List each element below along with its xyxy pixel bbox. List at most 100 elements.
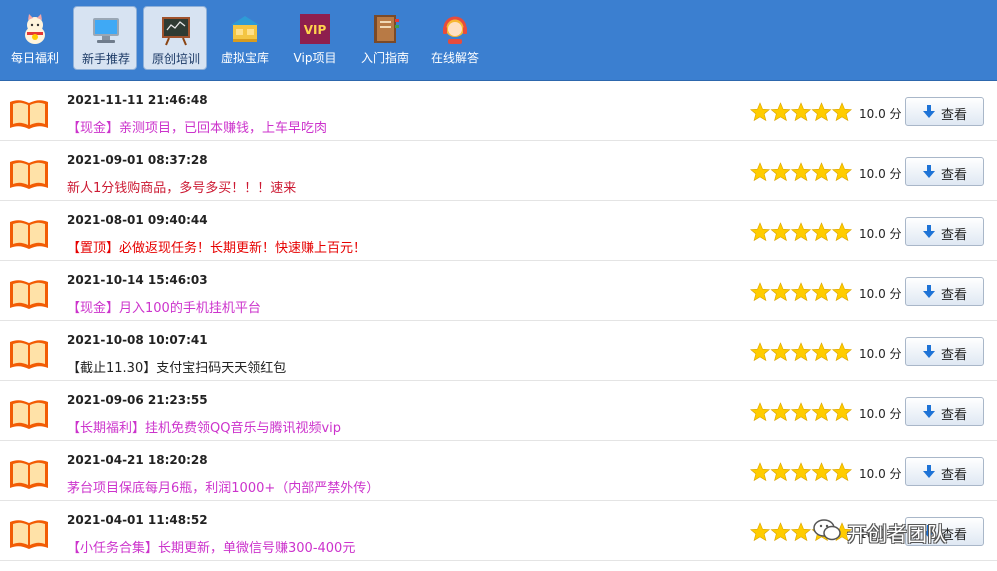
star-icon: [831, 342, 852, 362]
toolbar-label: 虚拟宝库: [220, 51, 269, 65]
toolbar-label: Vip项目: [293, 51, 337, 65]
item-score: 10.0 分: [859, 407, 902, 421]
star-icon: [831, 282, 852, 302]
download-arrow-icon: [923, 105, 935, 118]
star-icon: [831, 402, 852, 422]
star-icon: [811, 102, 832, 122]
list-item: 2021-04-21 18:20:28 茅台项目保底每月6瓶，利润1000+（内部…: [0, 441, 997, 501]
item-title-link[interactable]: 【现金】月入100的手机挂机平台: [67, 297, 261, 316]
open-book-icon: [10, 160, 48, 189]
open-book-icon: [10, 100, 48, 129]
item-score: 10.0 分: [859, 107, 902, 121]
star-icon: [770, 522, 791, 542]
item-date: 2021-09-01 08:37:28: [67, 153, 208, 167]
star-icon: [811, 342, 832, 362]
star-icon: [831, 222, 852, 242]
view-button[interactable]: 查看: [905, 157, 984, 186]
guide-book-icon: [374, 15, 399, 43]
star-icon: [750, 282, 771, 302]
item-title-link[interactable]: 【现金】亲测项目，已回本赚钱，上车早吃肉: [67, 117, 327, 136]
star-icon: [831, 462, 852, 482]
star-icon: [770, 102, 791, 122]
view-button-label: 查看: [941, 108, 968, 123]
open-book-icon: [10, 340, 48, 369]
star-icon: [770, 222, 791, 242]
view-button[interactable]: 查看: [905, 277, 984, 306]
view-button-label: 查看: [941, 288, 968, 303]
view-button[interactable]: 查看: [905, 397, 984, 426]
star-icon: [790, 102, 812, 122]
star-icon: [831, 162, 852, 182]
svg-text:VIP: VIP: [304, 23, 327, 37]
star-icon: [790, 522, 812, 542]
toolbar-daily-welfare[interactable]: 每日福利: [3, 6, 67, 70]
star-icon: [811, 162, 832, 182]
star-icon: [811, 402, 832, 422]
download-arrow-icon: [923, 285, 935, 298]
download-arrow-icon: [923, 225, 935, 238]
rating-stars: [750, 402, 852, 422]
download-arrow-icon: [923, 465, 935, 478]
view-button[interactable]: 查看: [905, 217, 984, 246]
item-score: 10.0 分: [859, 347, 902, 361]
item-score: 10.0 分: [859, 167, 902, 181]
watermark-text: 开创者团队: [847, 522, 947, 546]
view-button[interactable]: 查看: [905, 97, 984, 126]
star-icon: [750, 102, 771, 122]
item-title-link[interactable]: 【长期福利】挂机免费领QQ音乐与腾讯视频vip: [67, 417, 341, 436]
view-button[interactable]: 查看: [905, 337, 984, 366]
toolbar-virtual-treasury[interactable]: 虚拟宝库: [213, 6, 277, 70]
lucky-cat-icon: [25, 14, 45, 44]
rating-stars: [750, 282, 852, 302]
list-item: 2021-09-01 08:37:28 新人1分钱购商品，多号多买！！！速来 10.…: [0, 141, 997, 201]
star-icon: [790, 162, 812, 182]
list-item: 2021-10-14 15:46:03 【现金】月入100的手机挂机平台 10.0 …: [0, 261, 997, 321]
open-book-icon: [10, 220, 48, 249]
download-arrow-icon: [923, 165, 935, 178]
star-icon: [790, 222, 812, 242]
toolbar-label: 新手推荐: [81, 52, 130, 66]
item-title-link[interactable]: 【小任务合集】长期更新，单微信号赚300-400元: [67, 537, 355, 556]
star-icon: [770, 402, 791, 422]
item-date: 2021-08-01 09:40:44: [67, 213, 208, 227]
toolbar-label: 在线解答: [430, 51, 479, 65]
chalkboard-icon: [162, 17, 190, 46]
view-button[interactable]: 查看: [905, 457, 984, 486]
toolbar-newbie-recommend[interactable]: 新手推荐: [73, 6, 137, 70]
open-book-icon: [10, 520, 48, 549]
item-score: 10.0 分: [859, 467, 902, 481]
list-item: 2021-10-08 10:07:41 【截止11.30】支付宝扫码天天领红包 10…: [0, 321, 997, 381]
computer-icon: [93, 18, 119, 43]
star-icon: [790, 402, 812, 422]
toolbar-label: 入门指南: [360, 51, 409, 65]
rating-stars: [750, 222, 852, 242]
list-item: 2021-11-11 21:46:48 【现金】亲测项目，已回本赚钱，上车早吃肉 1…: [0, 81, 997, 141]
star-icon: [770, 282, 791, 302]
item-title-link[interactable]: 茅台项目保底每月6瓶，利润1000+（内部严禁外传）: [67, 477, 379, 496]
toolbar-getting-started[interactable]: 入门指南: [353, 6, 417, 70]
toolbar-original-training[interactable]: 原创培训: [143, 6, 207, 70]
open-book-icon: [10, 460, 48, 489]
star-icon: [811, 282, 832, 302]
vip-icon: VIP: [300, 14, 330, 44]
star-icon: [831, 102, 852, 122]
toolbar-vip-project[interactable]: VIP Vip项目: [283, 6, 347, 70]
item-title-link[interactable]: 【截止11.30】支付宝扫码天天领红包: [67, 357, 286, 376]
rating-stars: [750, 462, 852, 482]
treasure-icon: [231, 16, 259, 42]
item-title-link[interactable]: 【置顶】必做返现任务！长期更新！快速赚上百元！: [67, 237, 366, 256]
item-title-link[interactable]: 新人1分钱购商品，多号多买！！！速来: [67, 177, 296, 196]
star-icon: [770, 462, 791, 482]
star-icon: [790, 462, 812, 482]
toolbar-online-answer[interactable]: 在线解答: [423, 6, 487, 70]
wechat-icon: [813, 519, 841, 541]
rating-stars: [750, 102, 852, 122]
item-date: 2021-09-06 21:23:55: [67, 393, 208, 407]
view-button-label: 查看: [941, 408, 968, 423]
item-score: 10.0 分: [859, 227, 902, 241]
download-arrow-icon: [923, 345, 935, 358]
open-book-icon: [10, 280, 48, 309]
item-score: 10.0 分: [859, 287, 902, 301]
rating-stars: [750, 342, 852, 362]
top-toolbar: 每日福利 新手推荐 原创培训 虚拟宝库 VIP Vip项目 入门指南 在线解答: [0, 0, 997, 81]
